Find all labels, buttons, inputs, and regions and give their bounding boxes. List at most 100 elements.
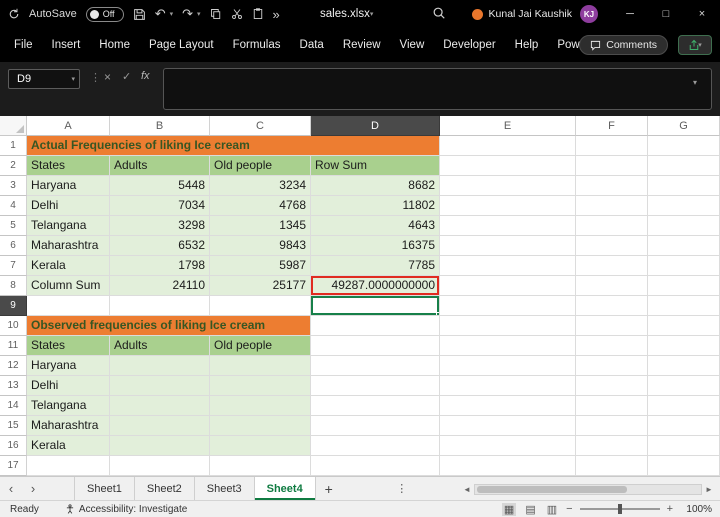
- sheet-tab-sheet3[interactable]: Sheet3: [195, 477, 255, 500]
- cell-b6[interactable]: 6532: [110, 236, 210, 256]
- normal-view-button[interactable]: ▦: [502, 503, 516, 516]
- search-icon[interactable]: [432, 6, 446, 23]
- cell-g13[interactable]: [648, 376, 720, 396]
- row-header-9[interactable]: 9: [0, 296, 27, 316]
- cell-a12[interactable]: Haryana: [27, 356, 110, 376]
- cell-a17[interactable]: [27, 456, 110, 476]
- cell-g8[interactable]: [648, 276, 720, 296]
- cell-f8[interactable]: [576, 276, 648, 296]
- cell-a16[interactable]: Kerala: [27, 436, 110, 456]
- sheet-tab-sheet4[interactable]: Sheet4: [255, 477, 316, 500]
- accessibility-status[interactable]: Accessibility: Investigate: [65, 504, 187, 515]
- row-header-3[interactable]: 3: [0, 176, 27, 196]
- cell-d16[interactable]: [311, 436, 440, 456]
- cell-d17[interactable]: [311, 456, 440, 476]
- cell-c11[interactable]: Old people: [210, 336, 311, 356]
- cell-e2[interactable]: [440, 156, 576, 176]
- close-button[interactable]: ×: [684, 0, 720, 28]
- maximize-button[interactable]: □: [648, 0, 684, 28]
- select-all-corner[interactable]: [0, 116, 27, 136]
- cell-d8[interactable]: 49287.0000000000: [311, 276, 440, 296]
- cell-d13[interactable]: [311, 376, 440, 396]
- cell-c17[interactable]: [210, 456, 311, 476]
- cell-a9[interactable]: [27, 296, 110, 316]
- name-box-dropdown-icon[interactable]: ▾: [71, 71, 75, 89]
- cell-g17[interactable]: [648, 456, 720, 476]
- cell-b5[interactable]: 3298: [110, 216, 210, 236]
- cell-c3[interactable]: 3234: [210, 176, 311, 196]
- undo-button[interactable]: ↶: [155, 6, 166, 22]
- cell-d2[interactable]: Row Sum: [311, 156, 440, 176]
- cell-b15[interactable]: [110, 416, 210, 436]
- row-header-8[interactable]: 8: [0, 276, 27, 296]
- file-name[interactable]: sales.xlsx ▾: [320, 0, 373, 28]
- scrollbar-track[interactable]: [474, 484, 702, 495]
- column-header-d[interactable]: D: [311, 116, 440, 136]
- cell-a5[interactable]: Telangana: [27, 216, 110, 236]
- cell-f17[interactable]: [576, 456, 648, 476]
- cell-f9[interactable]: [576, 296, 648, 316]
- cell-c2[interactable]: Old people: [210, 156, 311, 176]
- cell-e7[interactable]: [440, 256, 576, 276]
- cell-g1[interactable]: [648, 136, 720, 156]
- zoom-level[interactable]: 100%: [680, 504, 712, 515]
- zoom-slider[interactable]: [580, 508, 660, 510]
- cell-g4[interactable]: [648, 196, 720, 216]
- sheet-options-button[interactable]: ⋮: [392, 477, 412, 500]
- page-break-view-button[interactable]: ▥: [545, 503, 559, 516]
- menu-tab-insert[interactable]: Insert: [52, 39, 81, 51]
- cell-g14[interactable]: [648, 396, 720, 416]
- cell-g11[interactable]: [648, 336, 720, 356]
- cell-f11[interactable]: [576, 336, 648, 356]
- cell-e14[interactable]: [440, 396, 576, 416]
- cell-b11[interactable]: Adults: [110, 336, 210, 356]
- cell-g6[interactable]: [648, 236, 720, 256]
- minimize-button[interactable]: ─: [612, 0, 648, 28]
- cell-b7[interactable]: 1798: [110, 256, 210, 276]
- scroll-right-icon[interactable]: ►: [702, 485, 716, 494]
- copy-icon[interactable]: [210, 8, 222, 20]
- cell-g7[interactable]: [648, 256, 720, 276]
- row-header-14[interactable]: 14: [0, 396, 27, 416]
- cell-f4[interactable]: [576, 196, 648, 216]
- cell-e1[interactable]: [440, 136, 576, 156]
- cell-d5[interactable]: 4643: [311, 216, 440, 236]
- cell-f13[interactable]: [576, 376, 648, 396]
- confirm-entry-icon[interactable]: ✓: [122, 70, 131, 83]
- column-header-f[interactable]: F: [576, 116, 648, 136]
- cell-f7[interactable]: [576, 256, 648, 276]
- cell-b16[interactable]: [110, 436, 210, 456]
- cell-a8[interactable]: Column Sum: [27, 276, 110, 296]
- cell-a13[interactable]: Delhi: [27, 376, 110, 396]
- cell-f10[interactable]: [576, 316, 648, 336]
- cell-c4[interactable]: 4768: [210, 196, 311, 216]
- cell-e15[interactable]: [440, 416, 576, 436]
- row-header-16[interactable]: 16: [0, 436, 27, 456]
- menu-tab-view[interactable]: View: [400, 39, 425, 51]
- user-avatar[interactable]: KJ: [580, 5, 598, 23]
- zoom-in-button[interactable]: +: [667, 503, 673, 515]
- column-header-g[interactable]: G: [648, 116, 720, 136]
- menu-tab-review[interactable]: Review: [343, 39, 381, 51]
- insert-function-icon[interactable]: fx: [141, 70, 150, 82]
- more-commands-icon[interactable]: »: [273, 7, 280, 22]
- cell-c16[interactable]: [210, 436, 311, 456]
- cell-a6[interactable]: Maharashtra: [27, 236, 110, 256]
- cell-f14[interactable]: [576, 396, 648, 416]
- cell-c13[interactable]: [210, 376, 311, 396]
- cell-f1[interactable]: [576, 136, 648, 156]
- cell-a2[interactable]: States: [27, 156, 110, 176]
- menu-tab-file[interactable]: File: [14, 39, 33, 51]
- status-ready[interactable]: Ready: [10, 504, 39, 515]
- menu-tab-home[interactable]: Home: [99, 39, 130, 51]
- cell-f5[interactable]: [576, 216, 648, 236]
- cell-f12[interactable]: [576, 356, 648, 376]
- name-box[interactable]: D9 ▾: [8, 69, 80, 89]
- cell-e12[interactable]: [440, 356, 576, 376]
- row-header-13[interactable]: 13: [0, 376, 27, 396]
- cancel-entry-icon[interactable]: ×: [104, 70, 111, 84]
- formula-input[interactable]: ▾: [163, 68, 712, 110]
- cell-e16[interactable]: [440, 436, 576, 456]
- row-header-10[interactable]: 10: [0, 316, 27, 336]
- row-header-2[interactable]: 2: [0, 156, 27, 176]
